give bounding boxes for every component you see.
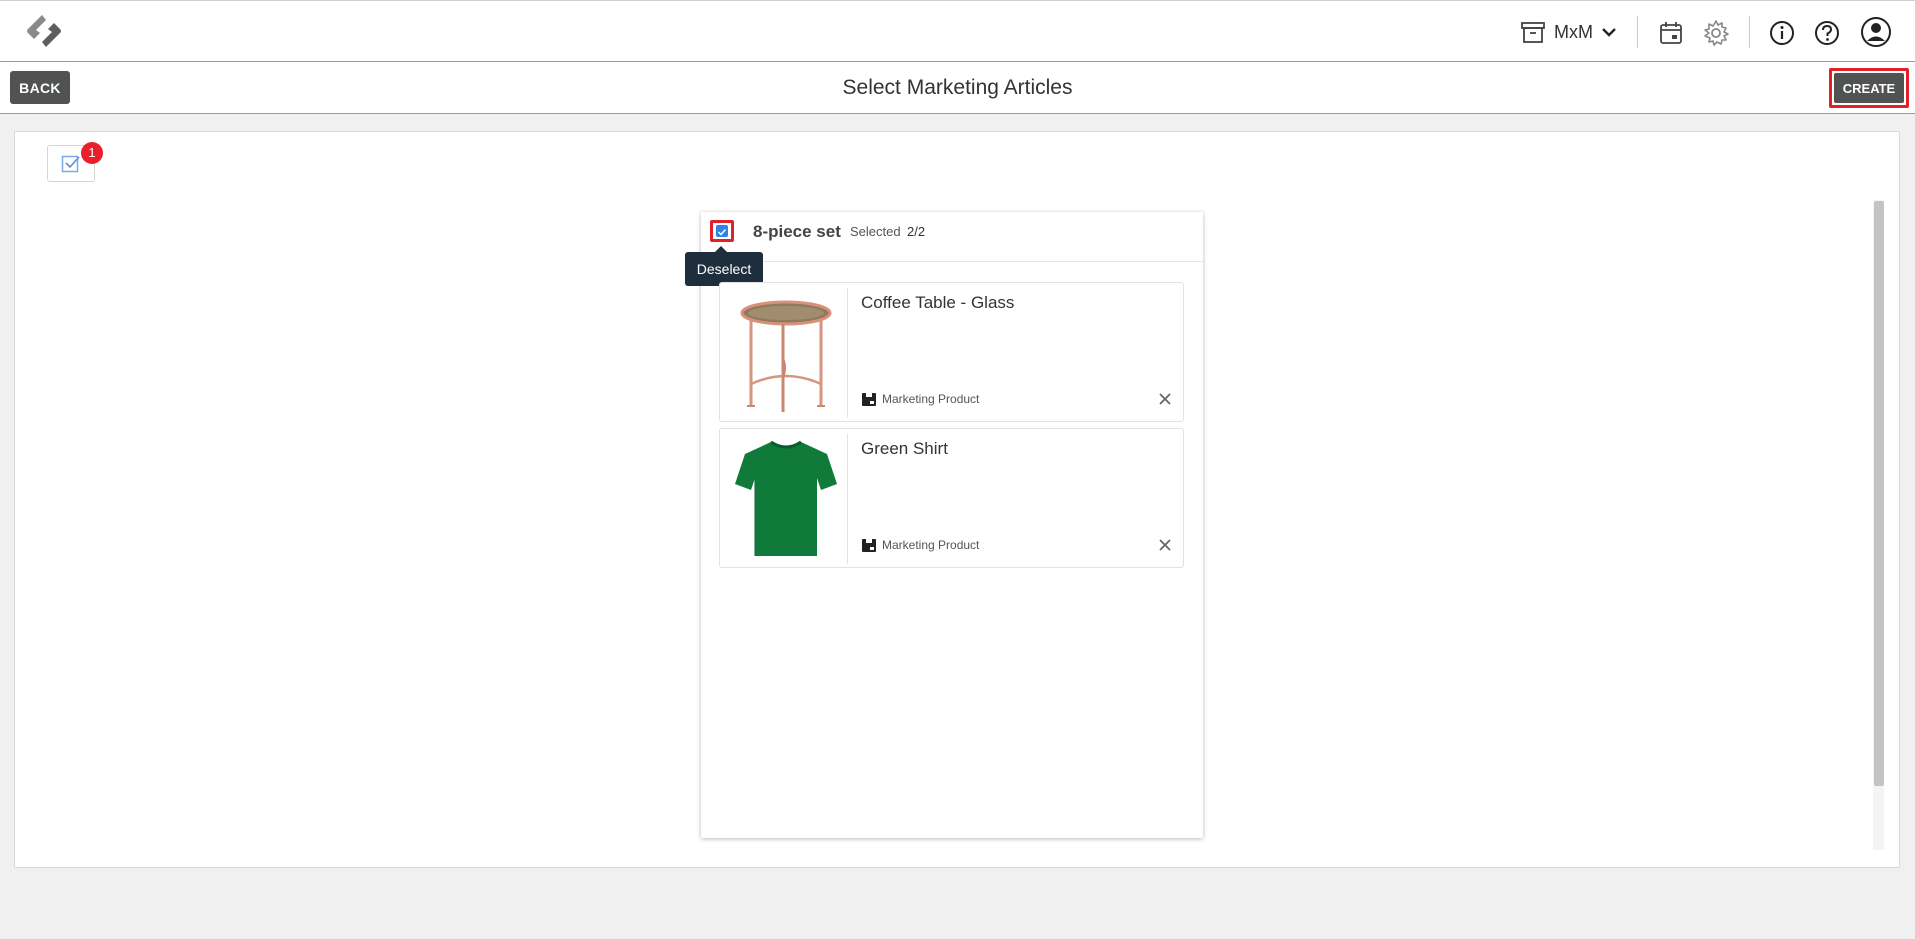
- calendar-icon[interactable]: [1656, 18, 1686, 48]
- page-title: Select Marketing Articles: [842, 76, 1073, 99]
- product-box-icon: [862, 393, 876, 406]
- coffee-table-image: [740, 300, 832, 412]
- archive-icon: [1521, 22, 1545, 43]
- workspace-name: MxM: [1554, 21, 1593, 42]
- divider: [1749, 16, 1750, 48]
- set-name: 8-piece set: [753, 222, 841, 241]
- product-image: [725, 288, 848, 418]
- checkbox-check-icon: [61, 155, 80, 173]
- article-type: Marketing Product: [861, 537, 979, 553]
- create-button[interactable]: CREATE: [1834, 73, 1904, 103]
- set-header: 8-piece set Selected 2/2 Deselect: [685, 212, 1203, 286]
- article-name: Green Shirt: [861, 439, 948, 458]
- info-icon[interactable]: [1767, 18, 1797, 48]
- divider: [1637, 16, 1638, 48]
- selected-count: 2/2: [907, 224, 926, 239]
- selected-label: Selected: [850, 224, 901, 239]
- close-icon[interactable]: [1157, 537, 1173, 553]
- article-type: Marketing Product: [861, 391, 979, 407]
- selection-count-badge: 1: [81, 142, 103, 164]
- checkbox-checked-icon: [716, 225, 728, 237]
- article-name: Coffee Table - Glass: [861, 293, 1015, 312]
- article-card[interactable]: Coffee Table - Glass Marketing Product: [719, 282, 1184, 422]
- deselect-tooltip: Deselect: [685, 246, 763, 286]
- create-button-highlight: CREATE: [1829, 68, 1909, 108]
- top-bar: MxM: [0, 0, 1915, 62]
- close-icon[interactable]: [1157, 391, 1173, 407]
- help-icon[interactable]: [1812, 18, 1842, 48]
- product-box-icon: [862, 539, 876, 552]
- action-bar: BACK Select Marketing Articles CREATE: [0, 62, 1915, 114]
- set-card: 8-piece set Selected 2/2 Deselect Coffee…: [685, 212, 1203, 838]
- green-shirt-image: [735, 440, 837, 556]
- content-panel: 1 8-piece set Selected 2/2 Deselect Coff…: [14, 131, 1900, 868]
- logo-icon[interactable]: [20, 11, 68, 51]
- article-card[interactable]: Green Shirt Marketing Product: [719, 428, 1184, 568]
- article-type-label: Marketing Product: [882, 392, 980, 406]
- article-type-label: Marketing Product: [882, 538, 980, 552]
- scrollbar-thumb[interactable]: [1874, 201, 1884, 786]
- workspace-selector[interactable]: MxM: [1520, 18, 1617, 46]
- product-image: [725, 434, 848, 564]
- user-icon[interactable]: [1859, 15, 1893, 49]
- chevron-down-icon: [1602, 28, 1616, 37]
- gear-icon[interactable]: [1701, 18, 1731, 48]
- set-select-checkbox[interactable]: [710, 220, 734, 242]
